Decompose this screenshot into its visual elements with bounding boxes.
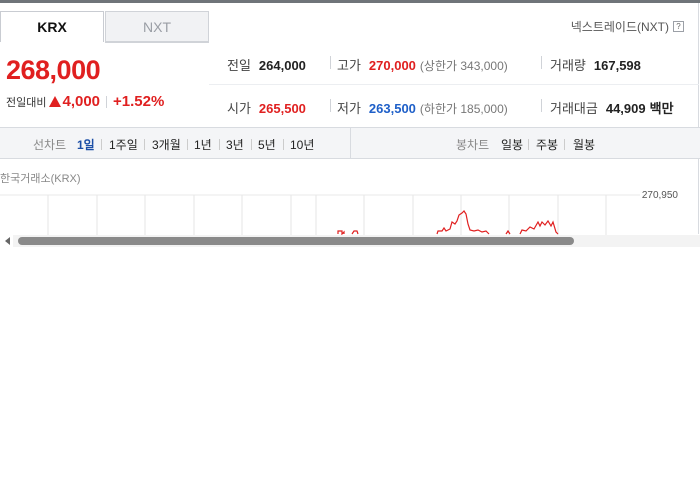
tab-candle-weekly[interactable]: 주봉 bbox=[536, 136, 558, 153]
stat-value: 264,000 bbox=[258, 58, 306, 73]
price-change: 전일대비 4,000 +1.52% bbox=[6, 93, 164, 110]
divider bbox=[187, 139, 188, 150]
divider bbox=[541, 56, 542, 69]
tab-nxt[interactable]: NXT bbox=[105, 11, 209, 42]
divider bbox=[350, 128, 351, 158]
stat-label: 시가 bbox=[227, 101, 251, 116]
stat-value: 265,500 bbox=[258, 101, 306, 116]
divider bbox=[564, 139, 565, 150]
stat-low: 저가 263,500 (하한가 185,000) bbox=[337, 98, 508, 117]
lower-limit: (하한가 185,000) bbox=[419, 102, 508, 116]
stat-label: 저가 bbox=[337, 101, 361, 116]
tab-krx[interactable]: KRX bbox=[0, 11, 104, 42]
stat-open: 시가 265,500 bbox=[227, 98, 306, 117]
intraday-chart bbox=[0, 194, 640, 236]
tab-candle-daily[interactable]: 일봉 bbox=[501, 136, 523, 153]
divider bbox=[209, 84, 699, 85]
tab-period-1d[interactable]: 1일 bbox=[77, 136, 95, 153]
tab-period-10y[interactable]: 10년 bbox=[290, 136, 314, 153]
divider bbox=[101, 139, 102, 150]
line-chart-label: 선차트 bbox=[33, 138, 67, 152]
divider bbox=[330, 56, 331, 69]
stat-trade-value: 거래대금 44,909 백만 bbox=[550, 98, 674, 117]
divider bbox=[541, 99, 542, 112]
current-price: 268,000 bbox=[6, 55, 101, 85]
tab-period-5y[interactable]: 5년 bbox=[258, 136, 276, 153]
tab-period-1w[interactable]: 1주일 bbox=[109, 136, 138, 153]
stat-label: 고가 bbox=[337, 58, 361, 73]
stat-prev-close: 전일 264,000 bbox=[227, 55, 306, 74]
divider bbox=[528, 139, 529, 150]
stat-value: 167,598 bbox=[593, 58, 641, 73]
tab-candle-monthly[interactable]: 월봉 bbox=[573, 136, 595, 153]
stat-unit: 백만 bbox=[649, 101, 674, 116]
divider bbox=[251, 139, 252, 150]
change-percent: +1.52% bbox=[113, 93, 165, 110]
scroll-left-icon[interactable] bbox=[5, 237, 10, 245]
divider bbox=[330, 99, 331, 112]
exchange-label: 한국거래소(KRX) bbox=[0, 173, 81, 185]
divider bbox=[144, 139, 145, 150]
price-line bbox=[337, 210, 559, 236]
stat-value: 44,909 bbox=[605, 101, 646, 116]
up-arrow-icon bbox=[49, 96, 62, 107]
tab-period-3y[interactable]: 3년 bbox=[226, 136, 244, 153]
tab-period-3m[interactable]: 3개월 bbox=[152, 136, 181, 153]
divider bbox=[106, 95, 108, 108]
stat-label: 거래대금 bbox=[550, 101, 598, 116]
tab-period-1y[interactable]: 1년 bbox=[194, 136, 212, 153]
nextrade-link-label: 넥스트레이드(NXT) bbox=[570, 20, 669, 34]
tab-underline bbox=[105, 42, 209, 43]
stat-high: 고가 270,000 (상한가 343,000) bbox=[337, 55, 508, 74]
stat-volume: 거래량 167,598 bbox=[550, 55, 641, 74]
candle-chart-label: 봉차트 bbox=[456, 138, 490, 152]
change-amount: 4,000 bbox=[62, 93, 101, 110]
upper-limit: (상한가 343,000) bbox=[419, 59, 508, 73]
help-icon[interactable]: ? bbox=[673, 21, 684, 32]
stat-label: 거래량 bbox=[550, 58, 586, 73]
divider bbox=[283, 139, 284, 150]
nextrade-link[interactable]: 넥스트레이드(NXT) ? bbox=[571, 18, 684, 35]
chart-tab-bar: 선차트 1일 1주일 3개월 1년 3년 5년 10년 봉차트 일봉 주봉 월봉 bbox=[0, 127, 700, 159]
stat-value: 270,000 bbox=[368, 58, 416, 73]
change-label: 전일대비 bbox=[6, 96, 47, 109]
stat-value: 263,500 bbox=[368, 101, 416, 116]
scrollbar-thumb[interactable] bbox=[18, 237, 574, 245]
divider bbox=[219, 139, 220, 150]
stat-label: 전일 bbox=[227, 58, 251, 73]
